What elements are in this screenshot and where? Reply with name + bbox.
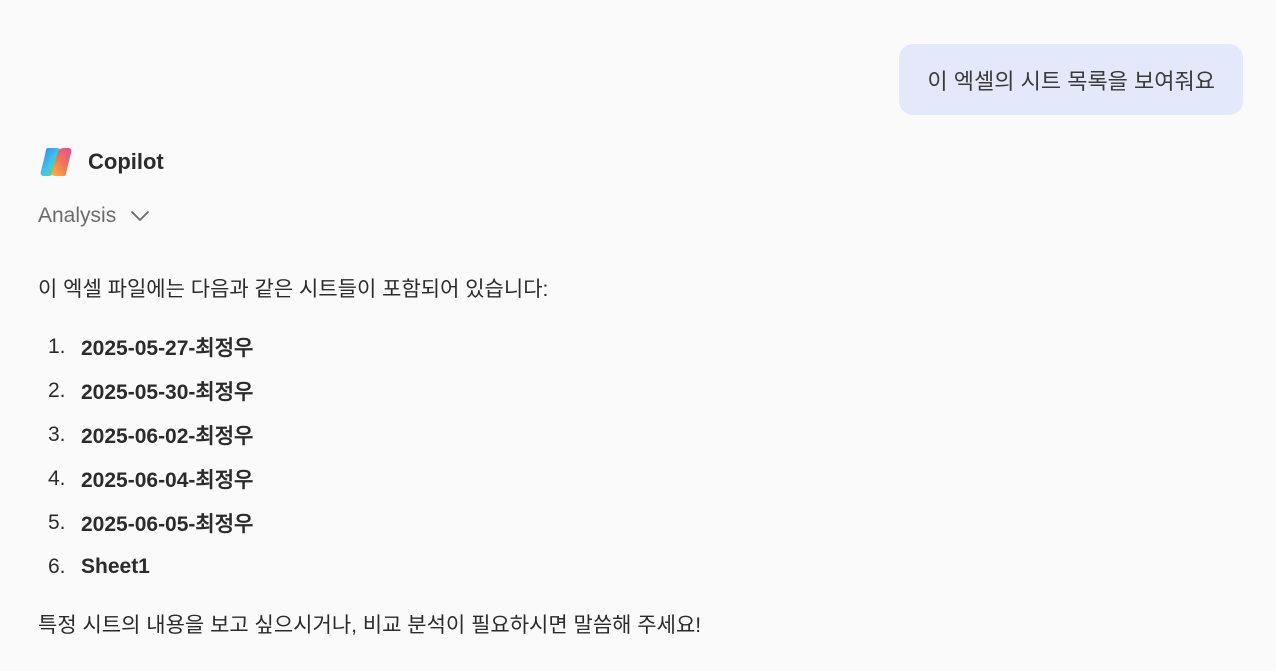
list-number: 2. [48, 379, 66, 402]
sheet-name: 2025-06-02-최정우 [81, 425, 254, 448]
list-item: 6. Sheet1 [48, 545, 253, 589]
user-message-bubble: 이 엑셀의 시트 목록을 보여줘요 [899, 44, 1243, 115]
list-item: 5. 2025-06-05-최정우 [48, 501, 253, 545]
list-number: 5. [48, 511, 66, 534]
sheet-name: Sheet1 [81, 555, 150, 578]
sheet-name: 2025-05-27-최정우 [81, 337, 254, 360]
assistant-name: Copilot [88, 149, 164, 174]
chevron-down-icon [131, 211, 150, 221]
analysis-toggle[interactable]: Analysis [38, 204, 150, 228]
sheet-name: 2025-05-30-최정우 [81, 381, 254, 404]
list-item: 4. 2025-06-04-최정우 [48, 457, 253, 501]
assistant-header: Copilot [38, 144, 164, 180]
copilot-logo-icon [40, 148, 72, 176]
list-item: 2. 2025-05-30-최정우 [48, 369, 253, 413]
response-intro: 이 엑셀 파일에는 다음과 같은 시트들이 포함되어 있습니다: [38, 278, 549, 301]
user-message-text: 이 엑셀의 시트 목록을 보여줘요 [927, 68, 1215, 94]
response-outro: 특정 시트의 내용을 보고 싶으시거나, 비교 분석이 필요하시면 말씀해 주세… [38, 614, 702, 637]
analysis-label: Analysis [38, 204, 117, 227]
sheet-list: 1. 2025-05-27-최정우 2. 2025-05-30-최정우 3. 2… [48, 325, 253, 589]
sheet-name: 2025-06-04-최정우 [81, 469, 254, 492]
list-item: 3. 2025-06-02-최정우 [48, 413, 253, 457]
list-number: 4. [48, 467, 66, 490]
list-item: 1. 2025-05-27-최정우 [48, 325, 253, 369]
list-number: 3. [48, 423, 66, 446]
list-number: 1. [48, 335, 66, 358]
list-number: 6. [48, 555, 66, 578]
sheet-name: 2025-06-05-최정우 [81, 513, 254, 536]
